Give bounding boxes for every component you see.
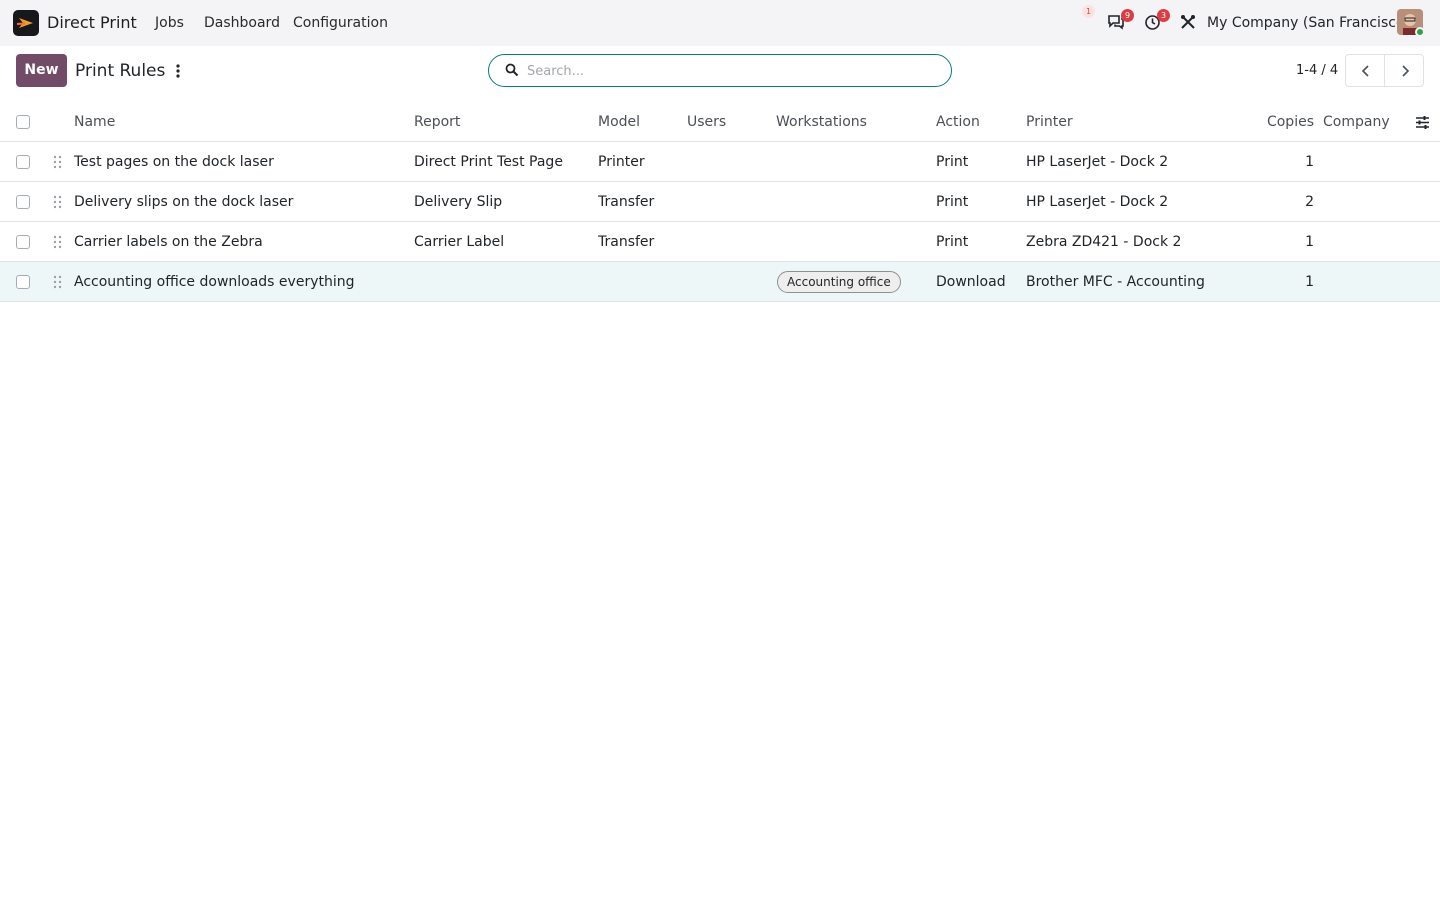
cell-workstations: Accounting office [776, 262, 931, 302]
cell-report [414, 262, 589, 302]
cell-name: Carrier labels on the Zebra [74, 234, 263, 250]
cell-model: Transfer [598, 234, 655, 250]
column-header-copies[interactable]: Copies [1262, 102, 1314, 142]
cell-model: Printer [598, 154, 645, 170]
search-input[interactable] [527, 60, 927, 82]
drag-handle-icon[interactable] [53, 155, 62, 169]
drag-handle-icon[interactable] [53, 195, 62, 209]
search-icon [505, 63, 519, 77]
table-row[interactable]: Carrier labels on the Zebra Carrier Labe… [0, 222, 1440, 262]
row-checkbox[interactable] [16, 195, 30, 209]
cell-copies: 1 [1305, 234, 1314, 250]
cell-users [687, 182, 772, 222]
cell-workstations [776, 182, 931, 222]
column-header-action[interactable]: Action [936, 102, 1021, 142]
row-checkbox[interactable] [16, 275, 30, 289]
column-header-users[interactable]: Users [687, 102, 772, 142]
cell-users [687, 262, 772, 302]
cell-printer: HP LaserJet - Dock 2 [1026, 194, 1169, 210]
cell-model [598, 262, 683, 302]
presence-indicator [1415, 27, 1425, 37]
row-checkbox[interactable] [16, 155, 30, 169]
pager-previous-button[interactable] [1345, 54, 1385, 87]
drag-handle-icon[interactable] [53, 275, 62, 289]
new-button[interactable]: New [16, 54, 67, 87]
column-header-name[interactable]: Name [74, 102, 404, 142]
app-name[interactable]: Direct Print [47, 13, 137, 32]
chevron-left-icon [1361, 65, 1369, 77]
cell-name: Accounting office downloads everything [74, 274, 355, 290]
pager-next-button[interactable] [1384, 54, 1424, 87]
notification-badge[interactable]: 1 [1082, 5, 1095, 18]
column-header-workstations[interactable]: Workstations [776, 102, 931, 142]
cell-workstations [776, 142, 931, 182]
row-checkbox[interactable] [16, 235, 30, 249]
search-bar[interactable] [488, 54, 952, 87]
menu-dashboard[interactable]: Dashboard [204, 15, 280, 31]
top-navbar: Direct Print Jobs Dashboard Configuratio… [0, 0, 1440, 46]
cell-company [1323, 262, 1413, 302]
cell-company [1323, 182, 1413, 222]
table-row[interactable]: Delivery slips on the dock laser Deliver… [0, 182, 1440, 222]
cell-copies: 1 [1305, 154, 1314, 170]
cell-company [1323, 222, 1413, 262]
select-all-checkbox[interactable] [16, 115, 30, 129]
cell-report: Delivery Slip [414, 194, 503, 210]
company-switcher[interactable]: My Company (San Francisco) [1207, 15, 1410, 31]
cell-action: Print [936, 154, 969, 170]
table-row[interactable]: Accounting office downloads everything A… [0, 262, 1440, 302]
column-header-report[interactable]: Report [414, 102, 589, 142]
optional-columns-icon[interactable] [1415, 115, 1430, 130]
cell-printer: Brother MFC - Accounting [1026, 274, 1205, 290]
cell-copies: 1 [1305, 274, 1314, 290]
app-logo-icon[interactable] [13, 10, 39, 36]
activities-badge[interactable]: 3 [1157, 9, 1170, 22]
cell-users [687, 142, 772, 182]
chevron-right-icon [1402, 65, 1410, 77]
cell-action: Download [936, 274, 1006, 290]
cell-company [1323, 142, 1413, 182]
cell-report: Direct Print Test Page [414, 154, 563, 170]
table-row[interactable]: Test pages on the dock laser Direct Prin… [0, 142, 1440, 182]
menu-jobs[interactable]: Jobs [155, 15, 184, 31]
kebab-icon[interactable] [170, 62, 186, 80]
cell-printer: Zebra ZD421 - Dock 2 [1026, 234, 1182, 250]
cell-copies: 2 [1305, 194, 1314, 210]
cell-printer: HP LaserJet - Dock 2 [1026, 154, 1169, 170]
drag-handle-icon[interactable] [53, 235, 62, 249]
page-title: Print Rules [75, 61, 166, 81]
cell-name: Delivery slips on the dock laser [74, 194, 294, 210]
pager-value[interactable]: 1-4 / 4 [1296, 63, 1338, 78]
cell-users [687, 222, 772, 262]
column-header-company[interactable]: Company [1323, 102, 1413, 142]
table-header: Name Report Model Users Workstations Act… [0, 102, 1440, 142]
cell-action: Print [936, 234, 969, 250]
cell-action: Print [936, 194, 969, 210]
workstation-tag[interactable]: Accounting office [777, 271, 901, 293]
cell-name: Test pages on the dock laser [74, 154, 274, 170]
cell-model: Transfer [598, 194, 655, 210]
column-header-printer[interactable]: Printer [1026, 102, 1256, 142]
column-header-model[interactable]: Model [598, 102, 683, 142]
cell-report: Carrier Label [414, 234, 505, 250]
tools-icon[interactable] [1179, 13, 1199, 33]
messages-badge[interactable]: 9 [1121, 9, 1134, 22]
menu-configuration[interactable]: Configuration [293, 15, 388, 31]
cell-workstations [776, 222, 931, 262]
